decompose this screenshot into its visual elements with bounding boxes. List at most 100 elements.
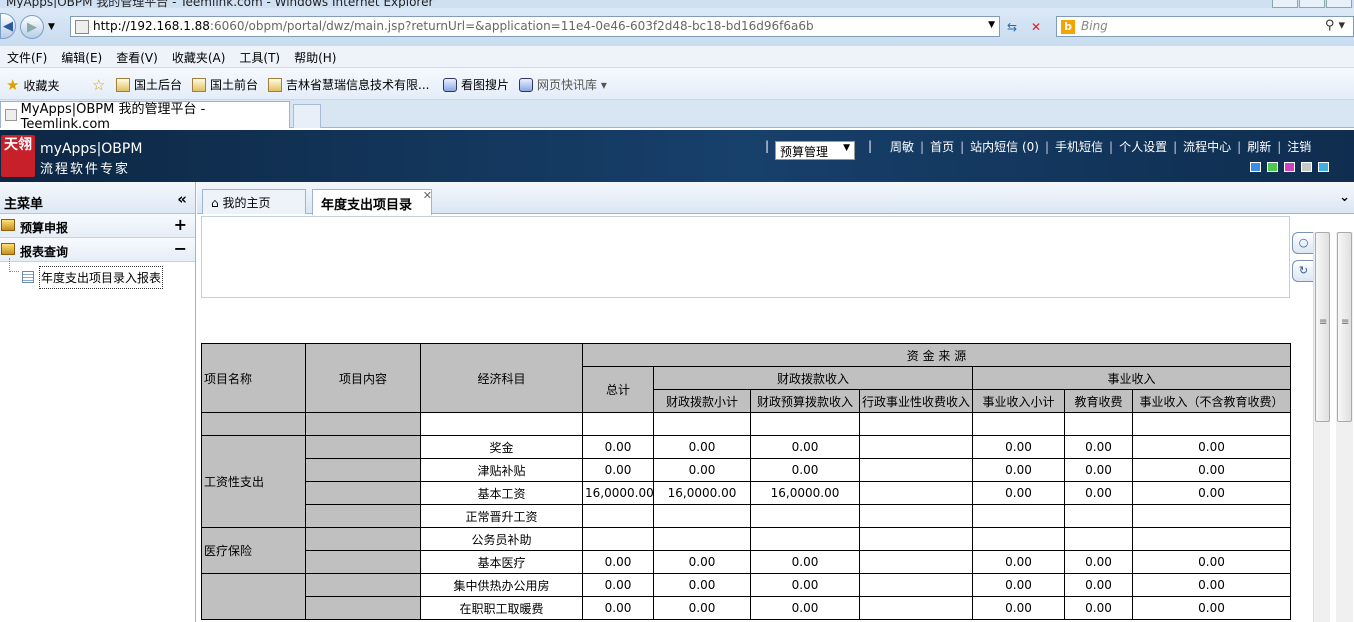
history-dropdown-icon[interactable]: ▼ xyxy=(48,22,55,32)
tab-list-dropdown-icon[interactable]: ⌄ xyxy=(1339,190,1350,205)
maximize-button[interactable] xyxy=(1299,0,1325,8)
col-header-sub: 行政事业性收费收入 xyxy=(859,389,973,413)
messages-link[interactable]: 站内短信 (0) xyxy=(970,138,1039,155)
cell-value: 0.00 xyxy=(653,550,751,574)
collapse-sidebar-icon[interactable]: « xyxy=(177,190,187,208)
cell-value xyxy=(750,527,860,551)
theme-silver-swatch[interactable] xyxy=(1301,162,1312,172)
search-magnifier-icon[interactable]: ⚲ ▾ xyxy=(1325,18,1345,33)
fav-link-3[interactable]: 吉林省慧瑞信息技术有限... xyxy=(268,76,429,93)
sidebar-group-budget[interactable]: 预算申报 + xyxy=(0,214,195,238)
cell-value: 0.00 xyxy=(582,550,654,574)
fav-link-4[interactable]: 看图搜片 xyxy=(443,76,509,93)
cell-value: 16,0000.00 xyxy=(582,481,654,505)
cell-subject: 基本工资 xyxy=(420,481,583,505)
theme-blue-swatch[interactable] xyxy=(1250,162,1261,172)
cell-subject: 津贴补贴 xyxy=(420,458,583,482)
cell-value xyxy=(750,504,860,528)
forward-arrow-icon: ▶ xyxy=(27,19,37,35)
theme-switcher xyxy=(1250,162,1329,172)
table-row: 在职职工取暖费 0.00 0.00 0.00 0.00 0.00 0.00 xyxy=(202,596,1292,620)
favorite-page-icon xyxy=(116,77,130,92)
cell-value: 0.00 xyxy=(972,481,1065,505)
cell-value: 16,0000.00 xyxy=(750,481,860,505)
refresh-link[interactable]: 刷新 xyxy=(1247,138,1271,155)
cell-value xyxy=(859,527,973,551)
stop-button[interactable]: ✕ xyxy=(1026,17,1046,36)
window-title-bar: MyApps|OBPM 我的管理平台 - Teemlink.com - Wind… xyxy=(0,0,1354,8)
tree-item-annual-expense-report[interactable]: 年度支出项目录入报表 xyxy=(22,265,164,289)
sms-link[interactable]: 手机短信 xyxy=(1055,138,1103,155)
cell-subject: 公务员补助 xyxy=(420,527,583,551)
close-window-button[interactable] xyxy=(1326,0,1352,8)
cell-value: 0.00 xyxy=(972,596,1065,620)
tab-annual-expense[interactable]: 年度支出项目录 ✕ xyxy=(312,189,432,215)
main-panel: ⌂ 我的主页 年度支出项目录✕ ⌄ ○ ↻ 项目名称 项目内容 经济科目 资 金… xyxy=(197,182,1354,622)
inner-scrollbar[interactable] xyxy=(1313,232,1330,622)
search-field[interactable]: b Bing ⚲ ▾ xyxy=(1056,16,1354,37)
forward-button[interactable]: ▶ xyxy=(20,15,44,39)
fav-web-slice[interactable]: 网页快讯库 ▾ xyxy=(519,76,607,93)
collapse-icon: − xyxy=(173,239,187,258)
top-links: 周敏 | 首页 | 站内短信 (0) | 手机短信 | 个人设置 | 流程中心 | 刷新 | 注销 xyxy=(890,138,1312,155)
favorites-button[interactable]: ★ 收藏夹 xyxy=(6,76,59,94)
stop-x-icon: ✕ xyxy=(1030,19,1042,34)
cell-value: 0.00 xyxy=(1064,435,1133,459)
menu-favorites[interactable]: 收藏夹(A) xyxy=(165,46,233,68)
table-row: 医疗保险 公务员补助 xyxy=(201,527,1292,574)
module-select[interactable]: 预算管理 ▼ xyxy=(775,141,855,160)
query-panel xyxy=(201,216,1290,298)
refresh-page-button[interactable]: ⇆ xyxy=(1002,17,1022,36)
menu-tools[interactable]: 工具(T) xyxy=(232,46,287,68)
ie-page-icon xyxy=(443,77,457,92)
home-link[interactable]: 首页 xyxy=(930,138,954,155)
workflow-center-link[interactable]: 流程中心 xyxy=(1183,138,1231,155)
cell-value: 0.00 xyxy=(582,596,654,620)
address-toolbar: ◀ ▶ ▼ http://192.168.1.88:6060/obpm/port… xyxy=(0,8,1354,46)
outer-scroll-thumb[interactable] xyxy=(1337,232,1352,422)
cell-value: 0.00 xyxy=(1131,481,1292,505)
cell-value: 0.00 xyxy=(750,596,860,620)
outer-scrollbar[interactable] xyxy=(1336,232,1353,622)
cell-value: 0.00 xyxy=(750,550,860,574)
app-logo-title: myApps|OBPM xyxy=(40,141,143,157)
reset-query-button[interactable]: ↻ xyxy=(1292,260,1314,282)
search-query-button[interactable]: ○ xyxy=(1292,232,1314,254)
table-row: 正常晋升工资 xyxy=(202,504,1292,528)
address-field[interactable]: http://192.168.1.88:6060/obpm/portal/dwz… xyxy=(70,16,1000,37)
menu-view[interactable]: 查看(V) xyxy=(109,46,165,68)
col-header-sub: 财政拨款小计 xyxy=(653,389,751,413)
tab-home[interactable]: ⌂ 我的主页 xyxy=(202,189,306,214)
cell-value: 0.00 xyxy=(1064,481,1133,505)
search-placeholder: Bing xyxy=(1081,19,1108,33)
cell-value: 16,0000.00 xyxy=(653,481,751,505)
ie-page-icon xyxy=(519,77,533,92)
table-row: 基本医疗 0.00 0.00 0.00 0.00 0.00 0.00 xyxy=(202,550,1292,574)
browser-tab-strip: MyApps|OBPM 我的管理平台 - Teemlink.com xyxy=(0,100,1354,132)
menu-edit[interactable]: 编辑(E) xyxy=(54,46,109,68)
address-dropdown-icon[interactable]: ▼ xyxy=(988,20,995,30)
menu-help[interactable]: 帮助(H) xyxy=(287,46,343,68)
sidebar-group-reports[interactable]: 报表查询 − xyxy=(0,238,195,262)
close-tab-icon[interactable]: ✕ xyxy=(423,189,432,202)
fav-link-2[interactable]: 国土前台 xyxy=(192,76,258,93)
theme-green-swatch[interactable] xyxy=(1267,162,1278,172)
theme-purple-swatch[interactable] xyxy=(1284,162,1295,172)
inner-scroll-thumb[interactable] xyxy=(1315,232,1330,422)
add-favorite-button[interactable]: ☆ xyxy=(92,76,109,94)
settings-link[interactable]: 个人设置 xyxy=(1119,138,1167,155)
cell-value: 0.00 xyxy=(1131,596,1292,620)
minimize-button[interactable] xyxy=(1272,0,1298,8)
back-button[interactable]: ◀ xyxy=(0,13,16,39)
cell-value xyxy=(859,550,973,574)
menu-file[interactable]: 文件(F) xyxy=(0,46,54,68)
fav-link-1[interactable]: 国土后台 xyxy=(116,76,182,93)
add-favorite-star-icon: ☆ xyxy=(92,76,106,94)
new-tab-button[interactable] xyxy=(293,104,321,128)
theme-sky-swatch[interactable] xyxy=(1318,162,1329,172)
logout-link[interactable]: 注销 xyxy=(1287,138,1311,155)
col-header-sub: 事业收入（不含教育收费） xyxy=(1131,389,1292,413)
expand-icon: + xyxy=(173,215,187,234)
cell-value: 0.00 xyxy=(653,573,751,597)
browser-tab-active[interactable]: MyApps|OBPM 我的管理平台 - Teemlink.com xyxy=(0,101,290,132)
